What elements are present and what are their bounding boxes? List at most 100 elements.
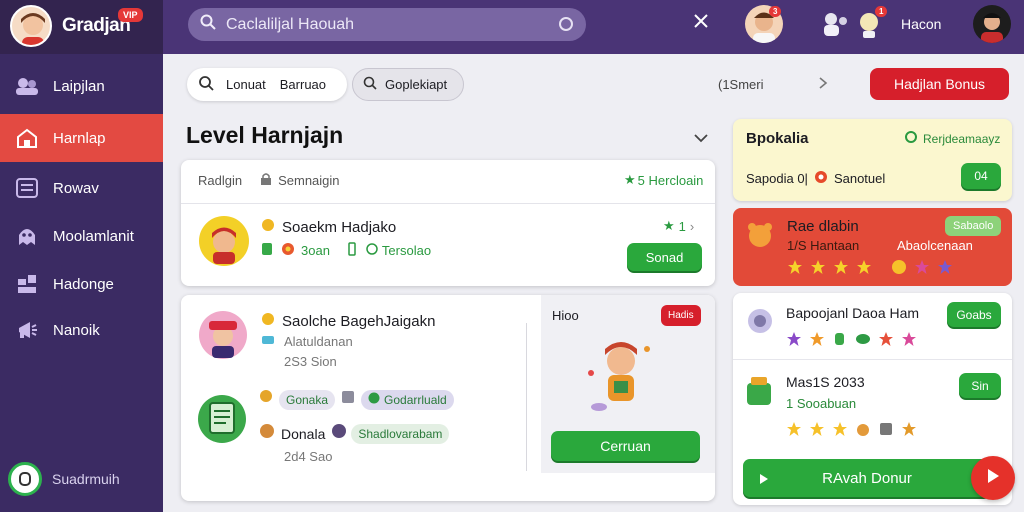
account-icon bbox=[8, 462, 42, 496]
sidebar: Gradjan VIP Laipjlan Harnlap Rowav Moola… bbox=[0, 0, 163, 512]
play-bonus-button[interactable]: RAvah Donur bbox=[743, 459, 991, 497]
character-illustration bbox=[581, 333, 661, 422]
right-panel-tasks: Bapoojanl Daoa Ham Goabs Mas1S 2033 1 So… bbox=[733, 293, 1012, 505]
megaphone-icon bbox=[14, 317, 40, 343]
sidebar-item-label: Rowav bbox=[53, 179, 99, 197]
gem-icon bbox=[855, 331, 871, 347]
play-fab-button[interactable] bbox=[971, 456, 1015, 500]
play-icon bbox=[759, 472, 769, 489]
star-icon bbox=[810, 259, 826, 275]
ghost-friends-icon[interactable] bbox=[819, 8, 851, 45]
tag-chip[interactable]: Gonaka bbox=[279, 389, 336, 410]
rating-value: 1 bbox=[678, 218, 686, 234]
brand-header: Gradjan VIP bbox=[0, 0, 163, 54]
sidebar-footer[interactable]: Suadrmuih bbox=[8, 462, 120, 496]
panel-title: Bpokalia bbox=[746, 130, 809, 147]
search-icon bbox=[199, 75, 214, 94]
flower-icon bbox=[281, 242, 295, 259]
list-icon bbox=[14, 175, 40, 201]
star-icon bbox=[786, 421, 802, 437]
gem-icon bbox=[261, 242, 273, 259]
search-label: Lonuat bbox=[226, 77, 266, 92]
rating-star-icon: ★ bbox=[663, 218, 675, 233]
star-icon bbox=[914, 259, 930, 275]
topbar: Caclaliljal Haouah 3 1 Hacon bbox=[163, 0, 1024, 54]
footer-label: Suadrmuih bbox=[52, 471, 120, 487]
chevron-right-icon[interactable]: › bbox=[690, 219, 694, 234]
quest-card: Saolche BagehJaigakn Alatuldanan 2S3 Sio… bbox=[181, 295, 715, 501]
coin-icon bbox=[891, 259, 907, 275]
sidebar-item-label: Harnlap bbox=[53, 129, 106, 147]
quest-subtitle: Alatuldanan bbox=[284, 334, 353, 349]
status-icon bbox=[905, 131, 917, 146]
star-icon bbox=[809, 331, 825, 347]
tag-chip[interactable]: Shadlovarabam bbox=[351, 423, 450, 444]
filter-button[interactable]: Goplekiapt bbox=[352, 68, 464, 101]
section-title: Level Harnjajn bbox=[186, 122, 344, 148]
sidebar-item-label: Hadonge bbox=[53, 275, 114, 293]
star-icon bbox=[878, 331, 894, 347]
sidebar-item-label: Moolamlanit bbox=[53, 227, 134, 245]
task2-button[interactable]: Sin bbox=[959, 373, 1001, 398]
sidebar-item-nanoik[interactable]: Nanoik bbox=[0, 306, 163, 354]
meta-a: 3oan bbox=[301, 243, 330, 258]
results-count: (1Smeri bbox=[718, 77, 764, 92]
preview-action-button[interactable]: Cerruan bbox=[551, 431, 700, 461]
task1-button[interactable]: Goabs bbox=[947, 302, 1001, 327]
close-icon[interactable] bbox=[693, 13, 709, 34]
right-panel-reward: Rae dlabin 1/S Hantaan Sabaolo Abaolcena… bbox=[733, 208, 1012, 286]
divider bbox=[526, 323, 527, 471]
sidebar-item-laipjlan[interactable]: Laipjlan bbox=[0, 62, 163, 110]
preview-label: Hioo bbox=[552, 308, 579, 323]
bonus-button[interactable]: Hadjlan Bonus bbox=[870, 68, 1009, 100]
meta-b: Tersolao bbox=[381, 243, 432, 258]
row2-time: 2d4 Sao bbox=[284, 449, 333, 464]
quest-time: 2S3 Sion bbox=[284, 354, 337, 369]
leaf-icon bbox=[368, 392, 380, 407]
toolbar-search-input[interactable]: Lonuat Barruao bbox=[187, 68, 347, 101]
clock-icon bbox=[366, 243, 378, 258]
mic-icon[interactable] bbox=[558, 16, 574, 37]
tag-chip[interactable]: Godarrluald bbox=[361, 389, 454, 410]
task2-title: Mas1S 2033 bbox=[786, 374, 865, 390]
paw-icon bbox=[855, 421, 871, 437]
header-left: Radlgin bbox=[198, 173, 243, 188]
panel-action-button[interactable]: 04 bbox=[961, 163, 1001, 189]
puzzle-icon bbox=[14, 271, 40, 297]
sidebar-item-moolamlanit[interactable]: Moolamlanit bbox=[0, 212, 163, 260]
bear-icon bbox=[745, 220, 775, 255]
panel-tag: Rerjdeamaayz bbox=[923, 131, 1001, 146]
ghost-icon bbox=[14, 223, 40, 249]
box-icon bbox=[878, 421, 894, 437]
trophy-badge: 1 bbox=[875, 6, 888, 17]
coin-icon bbox=[261, 218, 275, 236]
user-name[interactable]: Hacon bbox=[901, 16, 941, 32]
quest-title: Saolche BagehJaigakn bbox=[282, 312, 436, 330]
sidebar-item-rowav[interactable]: Rowav bbox=[0, 164, 163, 212]
sidebar-item-hadonge[interactable]: Hadonge bbox=[0, 260, 163, 308]
star-icon bbox=[856, 259, 872, 275]
task1-title: Bapoojanl Daoa Ham bbox=[786, 305, 920, 321]
coin-icon bbox=[261, 312, 275, 330]
star-icon bbox=[833, 259, 849, 275]
star-icon bbox=[786, 331, 802, 347]
sidebar-item-harnlap[interactable]: Harnlap bbox=[0, 114, 163, 162]
sidebar-item-label: Laipjlan bbox=[53, 77, 105, 95]
star-icon bbox=[901, 331, 917, 347]
card1-action-button[interactable]: Sonad bbox=[627, 243, 702, 271]
play-bonus-label: RAvah Donur bbox=[822, 469, 912, 487]
star-icon bbox=[832, 421, 848, 437]
home-icon bbox=[14, 125, 40, 151]
box-icon bbox=[341, 389, 355, 410]
preview-badge: Hadis bbox=[661, 305, 701, 326]
vip-badge: VIP bbox=[118, 8, 143, 22]
chevron-down-icon[interactable] bbox=[694, 131, 708, 149]
orb-icon bbox=[331, 423, 347, 444]
brand-avatar[interactable] bbox=[10, 5, 52, 47]
quest-avatar[interactable] bbox=[199, 311, 247, 359]
chevron-right-icon[interactable] bbox=[818, 76, 828, 95]
user-avatar[interactable] bbox=[973, 5, 1011, 43]
global-search-input[interactable]: Caclaliljal Haouah bbox=[188, 8, 586, 41]
player-avatar[interactable] bbox=[199, 216, 249, 266]
header-middle: Semnaigin bbox=[278, 173, 340, 188]
